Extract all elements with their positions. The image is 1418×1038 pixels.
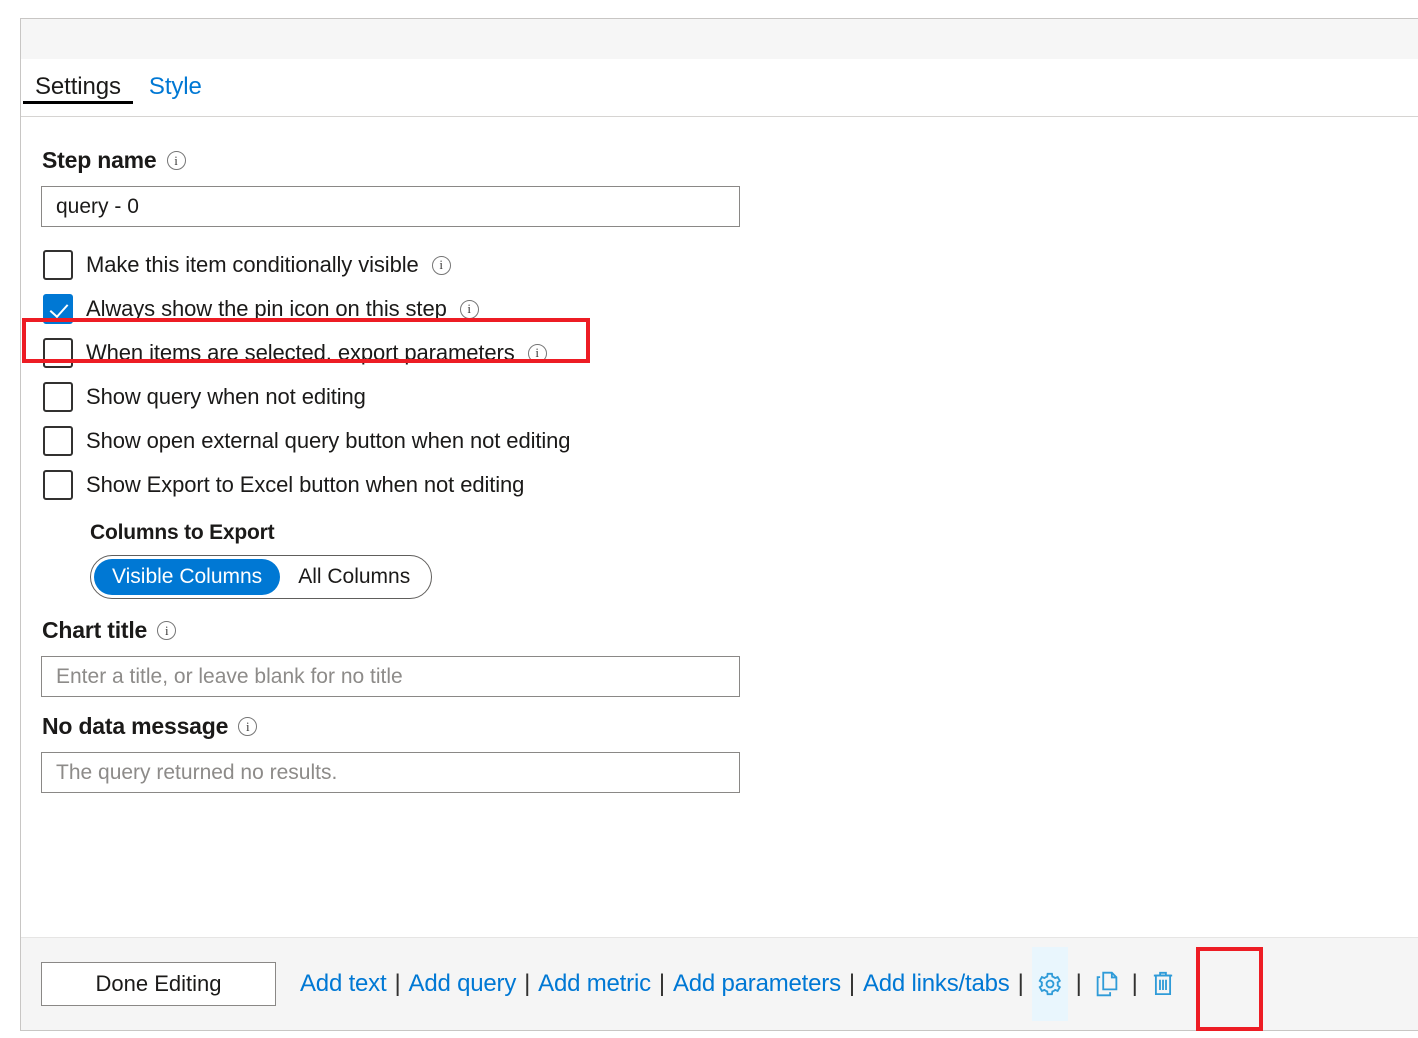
checkbox-row-always-show-pin-icon[interactable]: Always show the pin icon on this step i bbox=[43, 287, 485, 331]
separator: | bbox=[1018, 970, 1024, 998]
done-editing-button[interactable]: Done Editing bbox=[41, 962, 276, 1006]
separator: | bbox=[524, 970, 530, 998]
chart-title-input[interactable] bbox=[41, 656, 740, 697]
checkbox-row-export-parameters[interactable]: When items are selected, export paramete… bbox=[43, 331, 553, 375]
info-icon[interactable]: i bbox=[528, 344, 547, 363]
checkbox-show-export-to-excel[interactable] bbox=[43, 470, 73, 500]
checkbox-row-show-open-external-query[interactable]: Show open external query button when not… bbox=[43, 419, 576, 463]
panel-top-strip bbox=[21, 19, 1418, 59]
separator: | bbox=[1076, 970, 1082, 998]
workbook-step-settings-screen: Settings Style Step name i Make this ite… bbox=[0, 0, 1418, 1038]
checkbox-show-query[interactable] bbox=[43, 382, 73, 412]
checkbox-row-show-query[interactable]: Show query when not editing bbox=[43, 375, 372, 419]
tab-style[interactable]: Style bbox=[135, 59, 216, 99]
checkbox-show-open-external-query[interactable] bbox=[43, 426, 73, 456]
link-add-parameters[interactable]: Add parameters bbox=[673, 970, 841, 998]
step-name-label: Step name bbox=[42, 147, 157, 174]
no-data-message-label-row: No data message i bbox=[42, 713, 1418, 740]
checkbox-label: Show query when not editing bbox=[86, 384, 366, 410]
step-name-label-row: Step name i bbox=[42, 147, 1418, 174]
step-name-input[interactable] bbox=[41, 186, 740, 227]
checkbox-always-show-pin-icon[interactable] bbox=[43, 294, 73, 324]
settings-form: Step name i Make this item conditionally… bbox=[21, 117, 1418, 937]
separator: | bbox=[659, 970, 665, 998]
chart-title-label: Chart title bbox=[42, 617, 147, 644]
separator: | bbox=[394, 970, 400, 998]
tab-settings[interactable]: Settings bbox=[21, 59, 135, 99]
checkbox-label: Show open external query button when not… bbox=[86, 428, 570, 454]
columns-to-export-label-text: Columns to Export bbox=[90, 521, 274, 545]
link-add-query[interactable]: Add query bbox=[409, 970, 517, 998]
checkbox-row-conditionally-visible[interactable]: Make this item conditionally visible i bbox=[43, 243, 457, 287]
checkbox-label: Make this item conditionally visible bbox=[86, 252, 419, 278]
separator: | bbox=[849, 970, 855, 998]
info-icon[interactable]: i bbox=[238, 717, 257, 736]
gear-icon[interactable] bbox=[1032, 947, 1068, 1021]
footer-links: Add text | Add query | Add metric | Add … bbox=[300, 947, 1180, 1021]
no-data-message-input[interactable] bbox=[41, 752, 740, 793]
tab-style-label: Style bbox=[149, 73, 202, 100]
toggle-option-visible-columns[interactable]: Visible Columns bbox=[94, 559, 280, 595]
columns-to-export-label: Columns to Export bbox=[90, 521, 1418, 545]
info-icon[interactable]: i bbox=[460, 300, 479, 319]
link-add-text[interactable]: Add text bbox=[300, 970, 386, 998]
copy-icon[interactable] bbox=[1090, 964, 1124, 1004]
info-icon[interactable]: i bbox=[432, 256, 451, 275]
info-icon[interactable]: i bbox=[167, 151, 186, 170]
checkbox-row-show-export-to-excel[interactable]: Show Export to Excel button when not edi… bbox=[43, 463, 530, 507]
tab-settings-label: Settings bbox=[35, 73, 121, 100]
info-icon[interactable]: i bbox=[157, 621, 176, 640]
columns-to-export-toggle[interactable]: Visible Columns All Columns bbox=[90, 555, 432, 599]
trash-icon[interactable] bbox=[1146, 964, 1180, 1004]
toggle-option-all-columns[interactable]: All Columns bbox=[280, 559, 428, 595]
link-add-links-tabs[interactable]: Add links/tabs bbox=[863, 970, 1010, 998]
checkbox-label: Always show the pin icon on this step bbox=[86, 296, 447, 322]
no-data-message-label: No data message bbox=[42, 713, 228, 740]
settings-panel: Settings Style Step name i Make this ite… bbox=[20, 18, 1418, 1031]
spacer bbox=[41, 507, 1418, 521]
chart-title-label-row: Chart title i bbox=[42, 617, 1418, 644]
separator: | bbox=[1132, 970, 1138, 998]
footer-toolbar: Done Editing Add text | Add query | Add … bbox=[21, 937, 1418, 1030]
checkbox-conditionally-visible[interactable] bbox=[43, 250, 73, 280]
link-add-metric[interactable]: Add metric bbox=[538, 970, 651, 998]
checkbox-label: Show Export to Excel button when not edi… bbox=[86, 472, 524, 498]
checkbox-export-parameters[interactable] bbox=[43, 338, 73, 368]
checkbox-label: When items are selected, export paramete… bbox=[86, 340, 515, 366]
tab-bar: Settings Style bbox=[21, 59, 1418, 117]
